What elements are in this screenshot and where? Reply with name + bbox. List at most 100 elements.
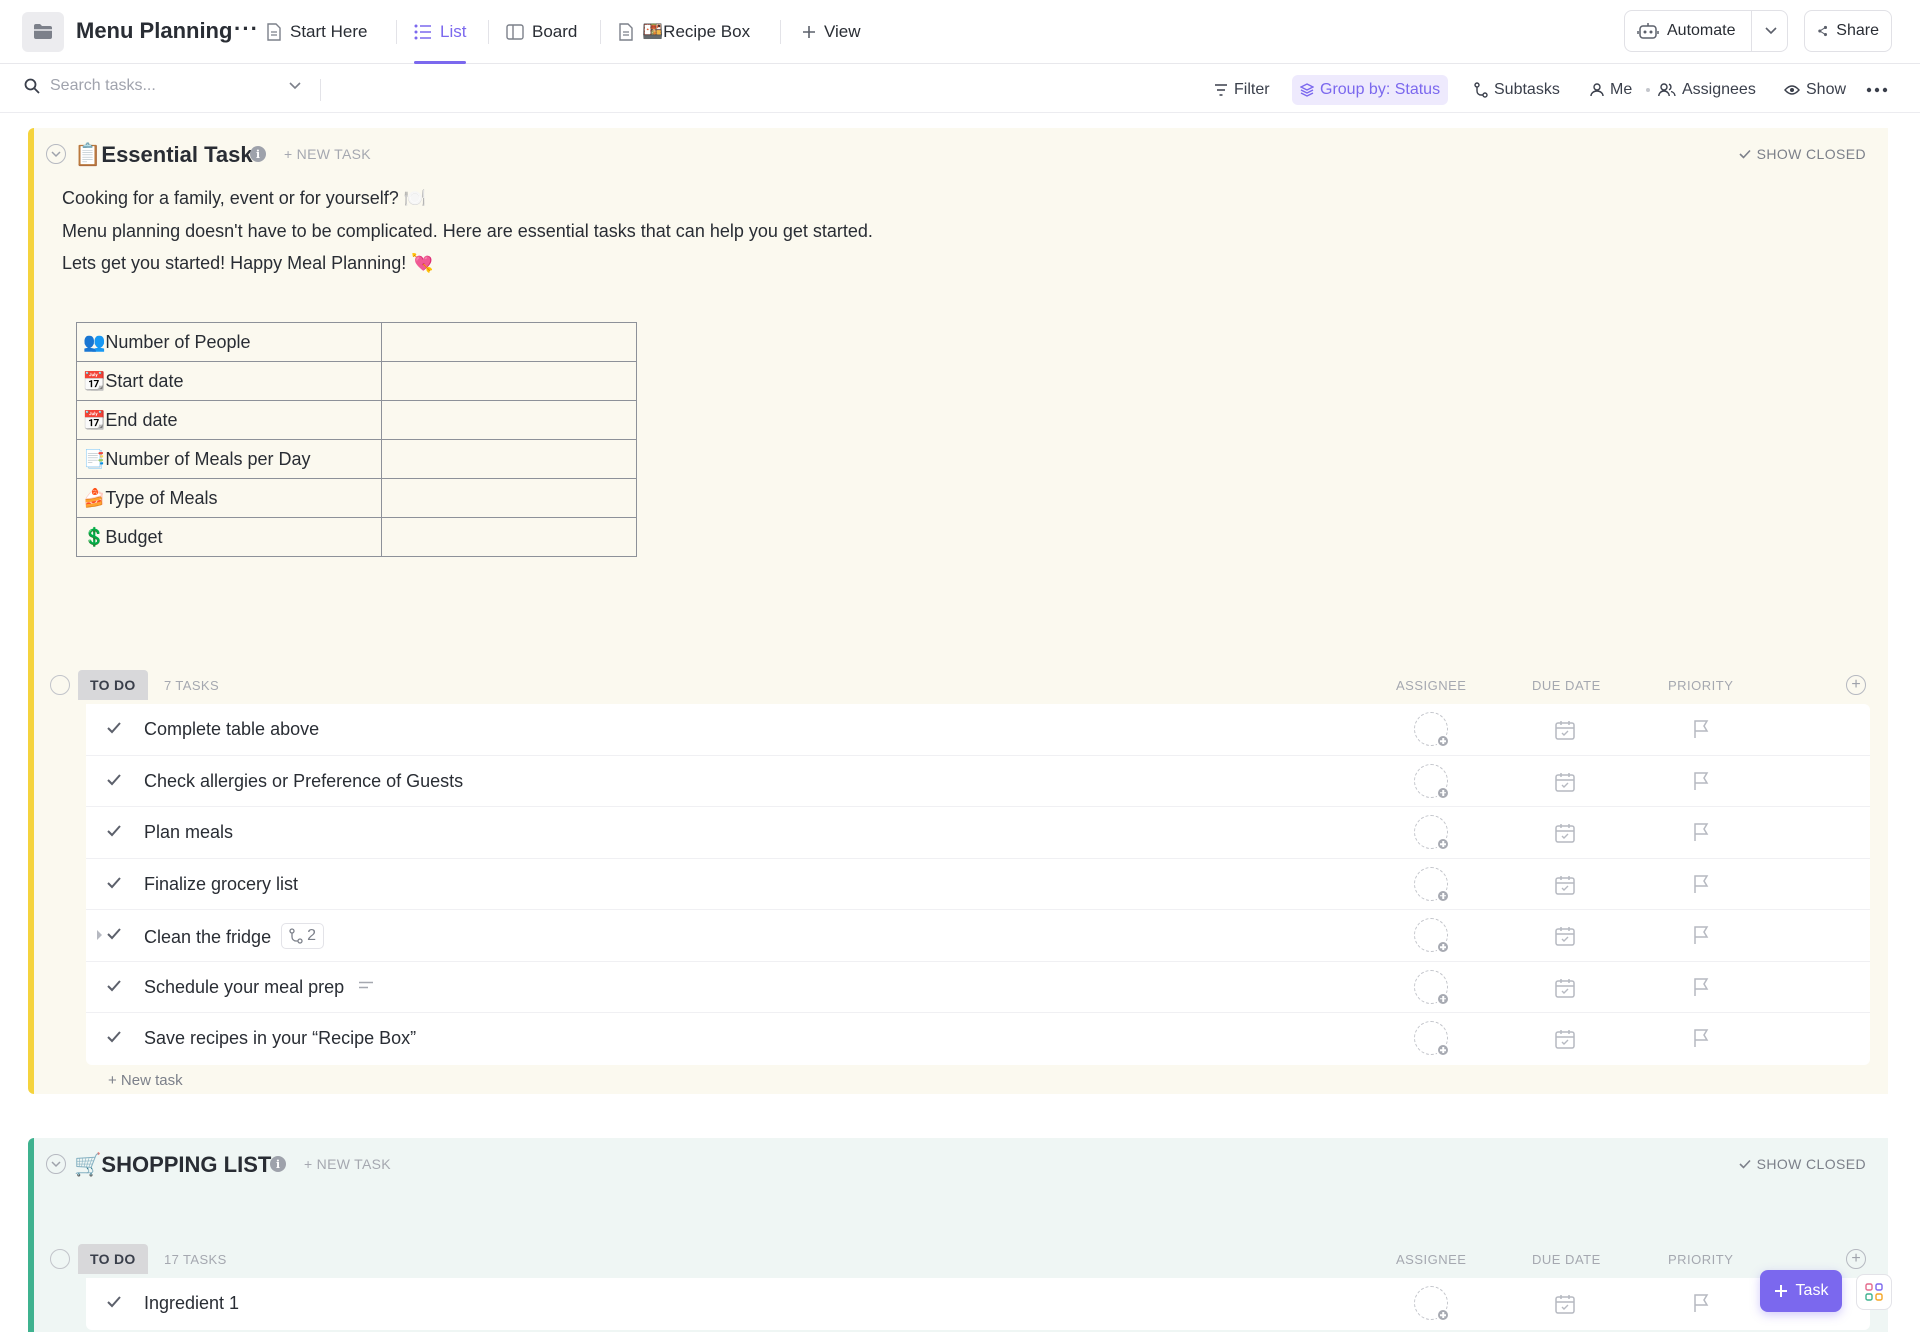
subtasks-button[interactable]: Subtasks: [1466, 75, 1568, 105]
table-value-cell[interactable]: [381, 478, 637, 518]
tab-board[interactable]: Board: [506, 0, 577, 64]
status-badge[interactable]: TO DO: [78, 670, 148, 700]
calendar-icon[interactable]: [1554, 822, 1576, 844]
add-view-button[interactable]: View: [802, 0, 861, 64]
task-name[interactable]: Finalize grocery list: [144, 874, 298, 895]
chevron-down-icon[interactable]: [288, 81, 302, 91]
add-assignee-icon[interactable]: [1414, 1286, 1450, 1322]
caret-right-icon[interactable]: [96, 929, 104, 941]
add-assignee-icon[interactable]: [1414, 815, 1450, 851]
share-button[interactable]: Share: [1804, 10, 1892, 52]
flag-icon[interactable]: [1692, 822, 1710, 842]
task-row[interactable]: Plan meals: [86, 807, 1870, 859]
check-icon[interactable]: [106, 824, 122, 838]
add-assignee-icon[interactable]: [1414, 969, 1450, 1006]
flag-icon[interactable]: [1692, 1293, 1710, 1313]
add-assignee-icon[interactable]: [1414, 866, 1450, 903]
add-column-icon[interactable]: +: [1846, 1249, 1866, 1269]
task-name[interactable]: Plan meals: [144, 822, 233, 843]
check-icon[interactable]: [106, 773, 122, 787]
flag-icon[interactable]: [1692, 719, 1710, 739]
column-header-assignee[interactable]: ASSIGNEE: [1396, 1252, 1466, 1267]
column-header-priority[interactable]: PRIORITY: [1668, 1252, 1733, 1267]
task-name-text[interactable]: Clean the fridge: [144, 927, 271, 947]
group-by-button[interactable]: Group by: Status: [1292, 75, 1449, 105]
new-task-button[interactable]: + NEW TASK: [284, 146, 371, 162]
page-title[interactable]: Menu Planning: [76, 18, 232, 44]
collapse-group-icon[interactable]: [50, 675, 70, 695]
tab-recipe-box[interactable]: 🍱Recipe Box: [618, 0, 750, 64]
list-title[interactable]: 📋Essential Task: [74, 142, 253, 168]
add-assignee-icon[interactable]: [1414, 763, 1450, 800]
task-name[interactable]: Check allergies or Preference of Guests: [144, 771, 463, 792]
task-row[interactable]: Complete table above: [86, 704, 1870, 756]
add-assignee-icon[interactable]: [1414, 918, 1450, 954]
task-row[interactable]: Check allergies or Preference of Guests: [86, 756, 1870, 807]
calendar-icon[interactable]: [1554, 977, 1576, 999]
add-column-icon[interactable]: +: [1846, 675, 1866, 695]
calendar-icon[interactable]: [1554, 925, 1576, 947]
more-options-icon[interactable]: [1858, 75, 1896, 105]
filter-button[interactable]: Filter: [1206, 75, 1278, 105]
table-value-cell[interactable]: [381, 517, 637, 557]
task-row[interactable]: Finalize grocery list: [86, 859, 1870, 910]
add-task-link[interactable]: + New task: [108, 1072, 183, 1089]
tab-start-here[interactable]: Start Here: [266, 0, 367, 64]
calendar-icon[interactable]: [1554, 1293, 1576, 1315]
show-button[interactable]: Show: [1776, 75, 1854, 105]
list-title[interactable]: 🛒SHOPPING LIST: [74, 1152, 271, 1178]
chevron-down-icon[interactable]: [1764, 26, 1778, 36]
assignees-button[interactable]: Assignees: [1650, 75, 1764, 105]
check-icon[interactable]: [106, 876, 122, 890]
tab-list[interactable]: List: [414, 0, 467, 64]
calendar-icon[interactable]: [1554, 719, 1576, 741]
check-icon[interactable]: [106, 721, 122, 735]
flag-icon[interactable]: [1692, 874, 1710, 894]
task-name[interactable]: Ingredient 1: [144, 1293, 239, 1314]
column-header-assignee[interactable]: ASSIGNEE: [1396, 678, 1466, 693]
search-input[interactable]: [50, 77, 270, 95]
calendar-icon[interactable]: [1554, 1028, 1576, 1050]
table-value-cell[interactable]: [381, 439, 637, 479]
show-closed-button[interactable]: SHOW CLOSED: [1739, 1156, 1866, 1172]
check-icon[interactable]: [106, 1030, 122, 1044]
calendar-icon[interactable]: [1554, 771, 1576, 793]
new-task-button[interactable]: + NEW TASK: [304, 1156, 391, 1172]
flag-icon[interactable]: [1692, 977, 1710, 997]
calendar-icon[interactable]: [1554, 874, 1576, 896]
check-icon[interactable]: [106, 1295, 122, 1309]
show-closed-button[interactable]: SHOW CLOSED: [1739, 146, 1866, 162]
task-row[interactable]: Save recipes in your “Recipe Box”: [86, 1013, 1870, 1065]
column-header-due-date[interactable]: DUE DATE: [1532, 1252, 1601, 1267]
collapse-list-icon[interactable]: [46, 1154, 66, 1174]
add-assignee-icon[interactable]: [1414, 1021, 1450, 1057]
add-assignee-icon[interactable]: [1414, 712, 1450, 748]
task-row[interactable]: Schedule your meal prep: [86, 962, 1870, 1013]
title-more-icon[interactable]: ···: [234, 16, 259, 42]
table-value-cell[interactable]: [381, 361, 637, 401]
status-badge[interactable]: TO DO: [78, 1244, 148, 1274]
search-box[interactable]: [24, 77, 270, 95]
flag-icon[interactable]: [1692, 771, 1710, 791]
column-header-priority[interactable]: PRIORITY: [1668, 678, 1733, 693]
flag-icon[interactable]: [1692, 925, 1710, 945]
table-value-cell[interactable]: [381, 400, 637, 440]
flag-icon[interactable]: [1692, 1028, 1710, 1048]
info-icon[interactable]: i: [270, 1156, 286, 1172]
task-name[interactable]: Complete table above: [144, 719, 319, 740]
task-row[interactable]: Ingredient 1: [86, 1278, 1870, 1330]
add-task-fab[interactable]: Task: [1760, 1270, 1842, 1312]
table-value-cell[interactable]: [381, 322, 637, 362]
subtask-count-badge[interactable]: 2: [281, 923, 324, 949]
folder-icon[interactable]: [22, 12, 64, 52]
info-icon[interactable]: i: [250, 146, 266, 162]
task-name[interactable]: Save recipes in your “Recipe Box”: [144, 1028, 416, 1049]
check-icon[interactable]: [106, 979, 122, 993]
apps-grid-icon[interactable]: [1856, 1274, 1892, 1310]
check-icon[interactable]: [106, 927, 122, 941]
column-header-due-date[interactable]: DUE DATE: [1532, 678, 1601, 693]
task-name-text[interactable]: Schedule your meal prep: [144, 977, 344, 997]
automate-button[interactable]: Automate: [1624, 10, 1788, 52]
collapse-group-icon[interactable]: [50, 1249, 70, 1269]
collapse-list-icon[interactable]: [46, 144, 66, 164]
